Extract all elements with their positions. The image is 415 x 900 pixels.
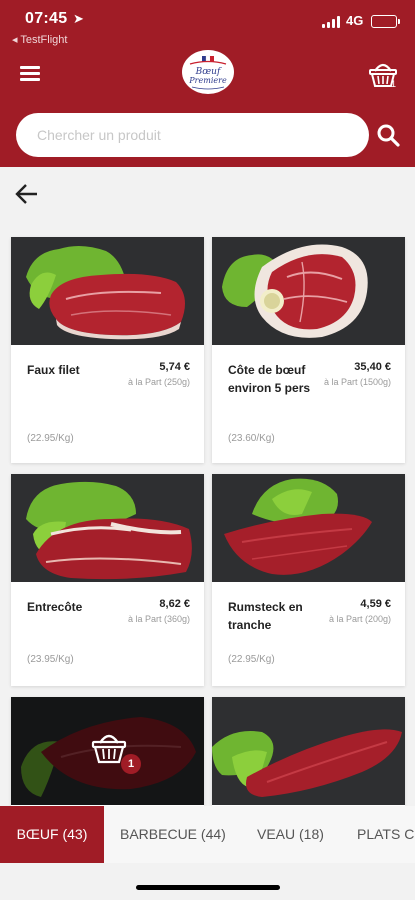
product-price-per-kg: (23.60/Kg) [228, 433, 275, 444]
brand-logo[interactable]: Bœuf Premiere [182, 50, 234, 94]
product-portion: à la Part (200g) [328, 614, 391, 624]
product-card[interactable] [212, 697, 405, 806]
product-price: 8,62 € [159, 598, 190, 610]
back-button[interactable] [14, 181, 40, 207]
status-bar: 07:45 ➤ ◂ TestFlight 4G [0, 0, 415, 46]
product-price-per-kg: (22.95/Kg) [27, 433, 74, 444]
in-cart-overlay: 1 [11, 697, 204, 805]
search-input[interactable] [16, 113, 369, 157]
logo-emblem: Bœuf Premiere [188, 55, 227, 90]
tab-boeuf[interactable]: BŒUF (43) [0, 806, 104, 863]
battery-icon [371, 15, 400, 28]
search-button[interactable] [376, 123, 400, 147]
tab-plats[interactable]: PLATS C [357, 806, 414, 863]
product-image [11, 237, 204, 345]
product-card[interactable]: Côte de bœuf environ 5 pers 35,40 € à la… [212, 237, 405, 463]
product-name: Entrecôte [27, 600, 83, 614]
product-price: 4,59 € [360, 598, 391, 610]
in-cart-count-badge: 1 [121, 754, 141, 774]
product-card[interactable]: Entrecôte 8,62 € à la Part (360g) (23.95… [11, 474, 204, 686]
product-card[interactable]: Rumsteck en tranche 4,59 € à la Part (20… [212, 474, 405, 686]
status-time: 07:45 [25, 10, 68, 27]
product-name: Rumsteck en tranche [228, 600, 303, 632]
product-price-per-kg: (23.95/Kg) [27, 654, 74, 665]
product-price-per-kg: (22.95/Kg) [228, 654, 275, 665]
svg-text:Premiere: Premiere [188, 76, 227, 85]
network-type: 4G [346, 13, 364, 28]
tab-barbecue[interactable]: BARBECUE (44) [120, 806, 226, 863]
cart-count-badge: 1 [391, 79, 397, 89]
category-tabs: BŒUF (43) BARBECUE (44) VEAU (18) PLATS … [0, 806, 415, 863]
product-card[interactable]: 1 [11, 697, 204, 806]
product-portion: à la Part (360g) [127, 614, 190, 624]
product-image [212, 237, 405, 345]
app-header: 07:45 ➤ ◂ TestFlight 4G Bœuf Premiere 1 … [0, 0, 415, 167]
back-to-testflight-link[interactable]: ◂ TestFlight [12, 33, 67, 46]
product-name: Faux filet [27, 363, 80, 377]
location-icon: ➤ [73, 11, 84, 26]
menu-button[interactable] [20, 66, 40, 82]
product-name: Côte de bœuf environ 5 pers [228, 363, 311, 395]
product-price: 35,40 € [354, 361, 391, 373]
product-card[interactable]: Faux filet 5,74 € à la Part (250g) (22.9… [11, 237, 204, 463]
signal-icon [322, 16, 342, 28]
product-portion: à la Part (1500g) [323, 377, 391, 387]
product-image [212, 474, 405, 582]
product-image [11, 474, 204, 582]
tab-veau[interactable]: VEAU (18) [257, 806, 324, 863]
product-image [212, 697, 405, 805]
search-icon [377, 124, 400, 147]
arrow-left-icon [15, 184, 37, 204]
home-indicator[interactable] [136, 885, 280, 890]
product-portion: à la Part (250g) [127, 377, 190, 387]
product-price: 5,74 € [159, 361, 190, 373]
